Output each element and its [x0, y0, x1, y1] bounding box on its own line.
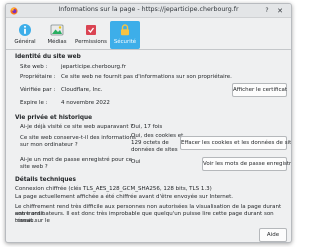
- help-button[interactable]: Aide: [259, 228, 287, 242]
- tab-label: Général: [14, 39, 36, 45]
- clear-cookies-button[interactable]: Effacer les cookies et les données de si…: [180, 136, 291, 150]
- media-icon: [50, 24, 64, 36]
- titlebar[interactable]: Informations sur la page - https://jepar…: [6, 4, 291, 18]
- encryption-notice: La page actuellement affichée a été chif…: [15, 194, 234, 200]
- view-passwords-button[interactable]: Voir les mots de passe enregistrés: [202, 157, 291, 171]
- tab-label: Permissions: [75, 39, 107, 45]
- identity-heading: Identité du site web: [15, 54, 81, 60]
- owner-value: Ce site web ne fournit pas d'information…: [61, 74, 232, 80]
- tab-media[interactable]: Médias: [42, 21, 72, 49]
- visited-label: Ai-je déjà visité ce site web auparavant…: [20, 124, 134, 130]
- connection-details: Connexion chiffrée (clés TLS_AES_128_GCM…: [15, 186, 212, 192]
- privacy-heading: Vie privée et historique: [15, 115, 93, 121]
- page-info-dialog: Informations sur la page - https://jepar…: [5, 3, 292, 243]
- visited-value: Oui, 17 fois: [131, 124, 163, 130]
- tab-label: Médias: [47, 39, 67, 45]
- tab-security[interactable]: Sécurité: [110, 21, 140, 49]
- tab-bar: Général Médias Permissions Sécurité: [6, 19, 291, 50]
- verified-label: Vérifiée par :: [20, 87, 56, 93]
- tab-label: Sécurité: [113, 39, 137, 45]
- owner-label: Propriétaire :: [20, 74, 56, 80]
- encryption-explanation: réseau.: [15, 218, 36, 224]
- cookies-value: Oui, des cookies et: [131, 133, 184, 139]
- cookies-label: sur mon ordinateur ?: [20, 142, 78, 148]
- passwords-label: Ai-je un mot de passe enregistré pour ce: [20, 157, 133, 163]
- view-certificate-button[interactable]: Afficher le certificat: [232, 83, 287, 97]
- tab-permissions[interactable]: Permissions: [74, 21, 108, 49]
- expires-label: Expire le :: [20, 100, 48, 106]
- cookies-label: Ce site web conserve-t-il des informatio…: [20, 135, 136, 141]
- passwords-value: Oui: [131, 159, 141, 165]
- help-icon[interactable]: ?: [263, 7, 271, 15]
- verified-value: Cloudflare, Inc.: [61, 87, 103, 93]
- permissions-icon: [86, 25, 96, 35]
- technical-heading: Détails techniques: [15, 177, 76, 183]
- lock-icon: [121, 24, 129, 36]
- expires-value: 4 novembre 2022: [61, 100, 110, 106]
- info-icon: [19, 24, 31, 36]
- tab-general[interactable]: Général: [10, 21, 40, 49]
- close-icon[interactable]: ✕: [276, 7, 284, 15]
- window-title: Informations sur la page - https://jepar…: [58, 6, 239, 13]
- site-label: Site web :: [20, 64, 48, 70]
- cookies-value: données de sites: [131, 147, 178, 153]
- site-value: jeparticipe.cherbourg.fr: [61, 64, 126, 70]
- passwords-label: site web ?: [20, 164, 48, 170]
- cookies-value: 129 octets de: [131, 140, 169, 146]
